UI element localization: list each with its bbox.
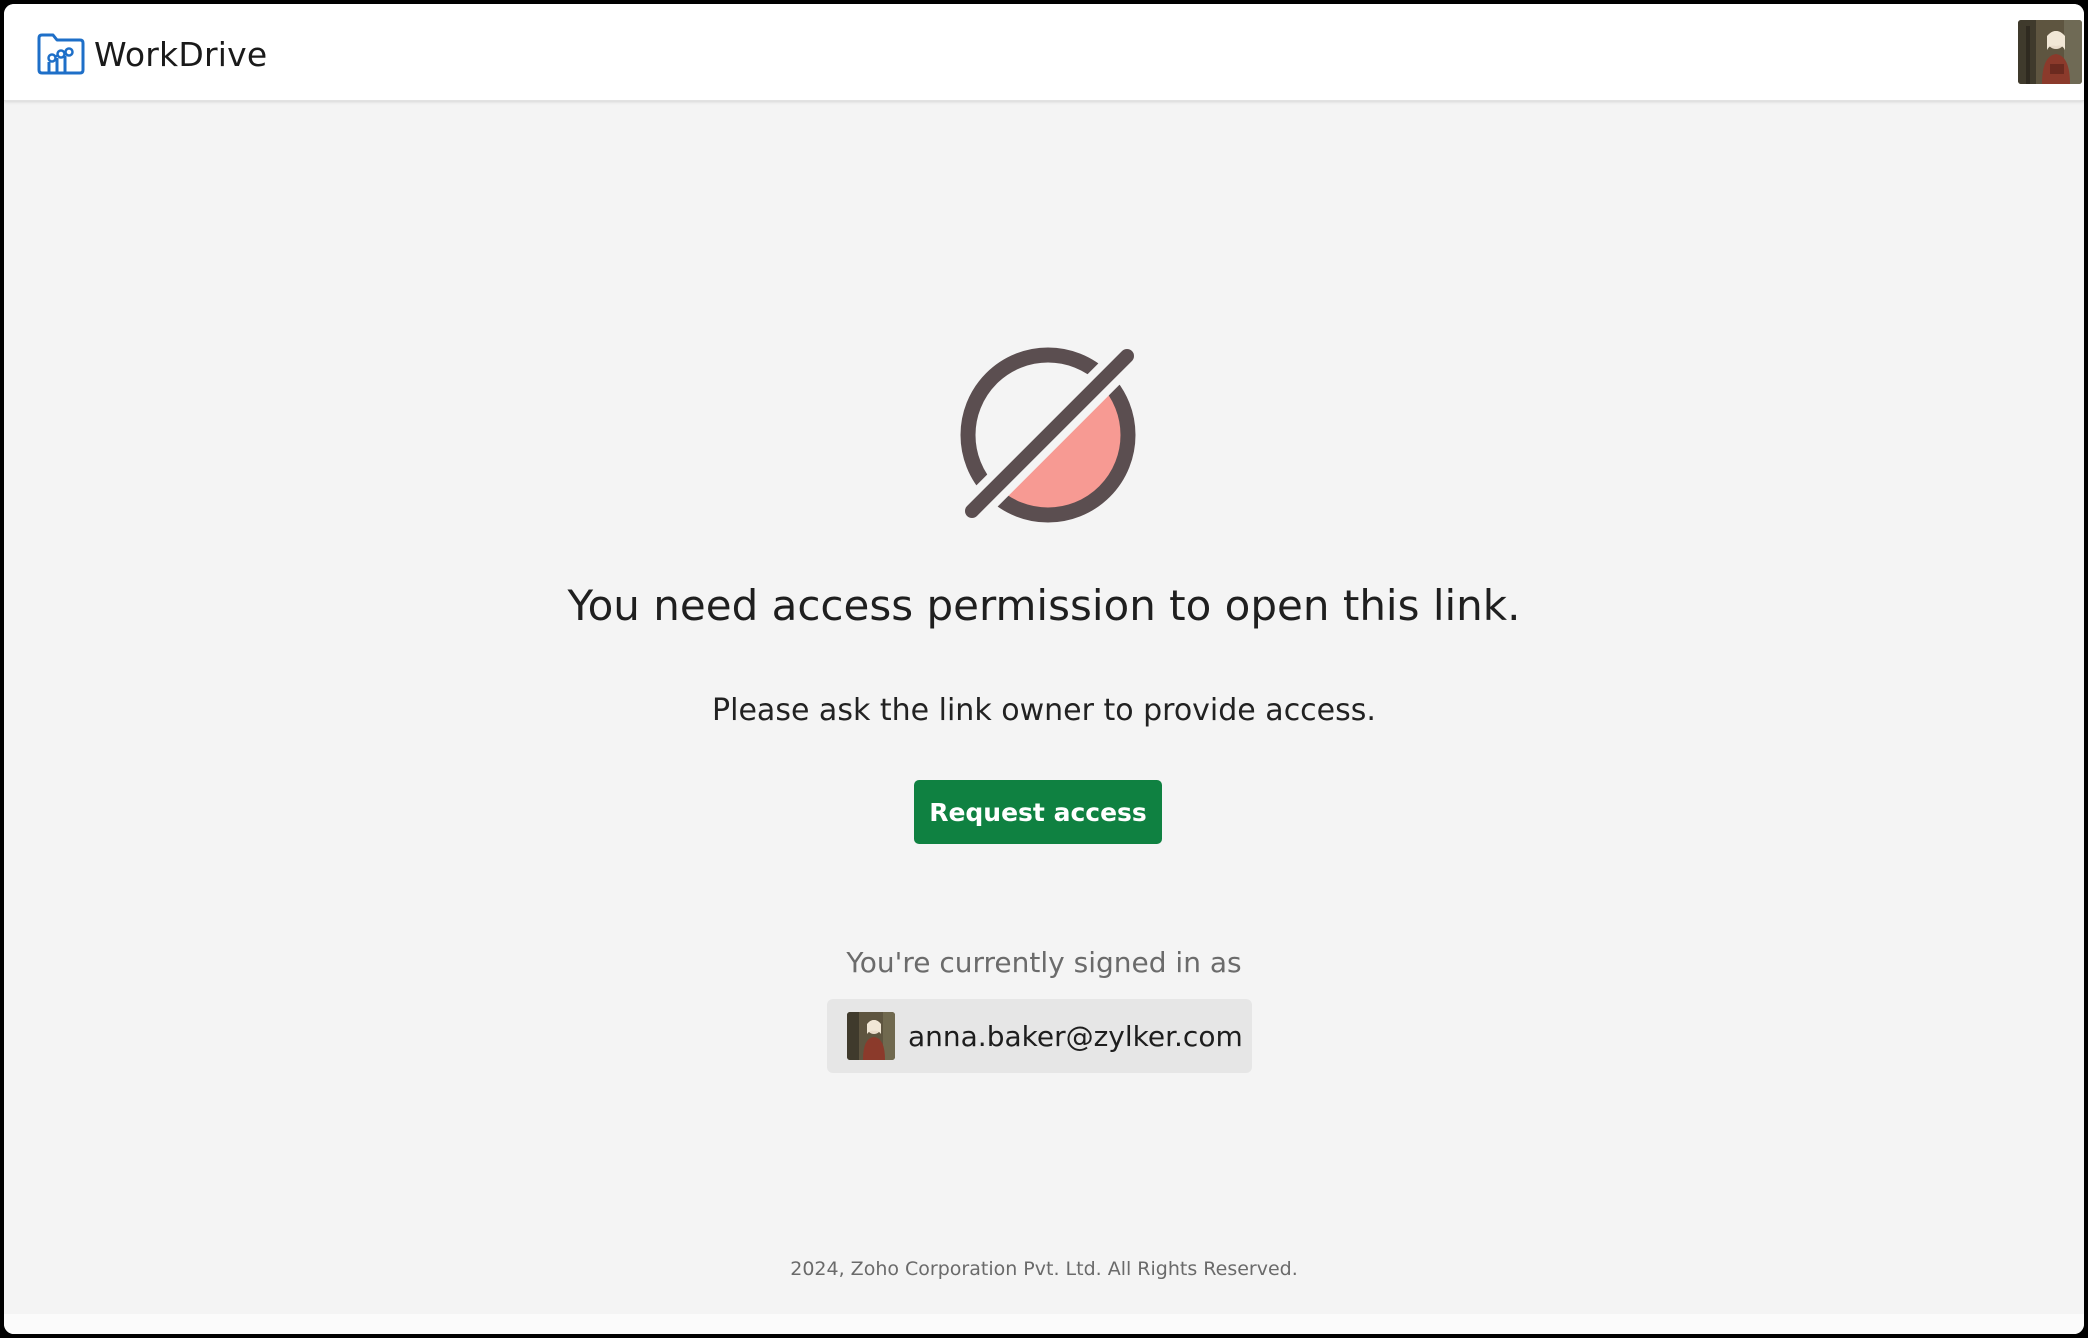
top-header: WorkDrive [4,4,2084,101]
workdrive-logo-icon [37,33,85,75]
page-title: You need access permission to open this … [567,581,1521,630]
bottom-strip [4,1314,2084,1334]
account-chip[interactable]: anna.baker@zylker.com [827,999,1252,1073]
user-avatar[interactable] [2018,20,2082,84]
access-denied-icon [957,342,1141,526]
browser-page: WorkDrive You need access permission to … [4,4,2084,1334]
user-avatar-image [2018,20,2082,84]
main-content: You need access permission to open this … [4,100,2084,1316]
account-avatar-image [847,1012,895,1060]
request-access-button[interactable]: Request access [914,780,1162,844]
account-email: anna.baker@zylker.com [908,1019,1243,1053]
app-name: WorkDrive [94,34,268,74]
footer-copyright: 2024, Zoho Corporation Pvt. Ltd. All Rig… [790,1258,1298,1280]
signed-in-label: You're currently signed in as [846,946,1242,979]
brand[interactable]: WorkDrive [35,30,267,78]
page-subtitle: Please ask the link owner to provide acc… [712,693,1376,728]
account-avatar [847,1012,895,1060]
